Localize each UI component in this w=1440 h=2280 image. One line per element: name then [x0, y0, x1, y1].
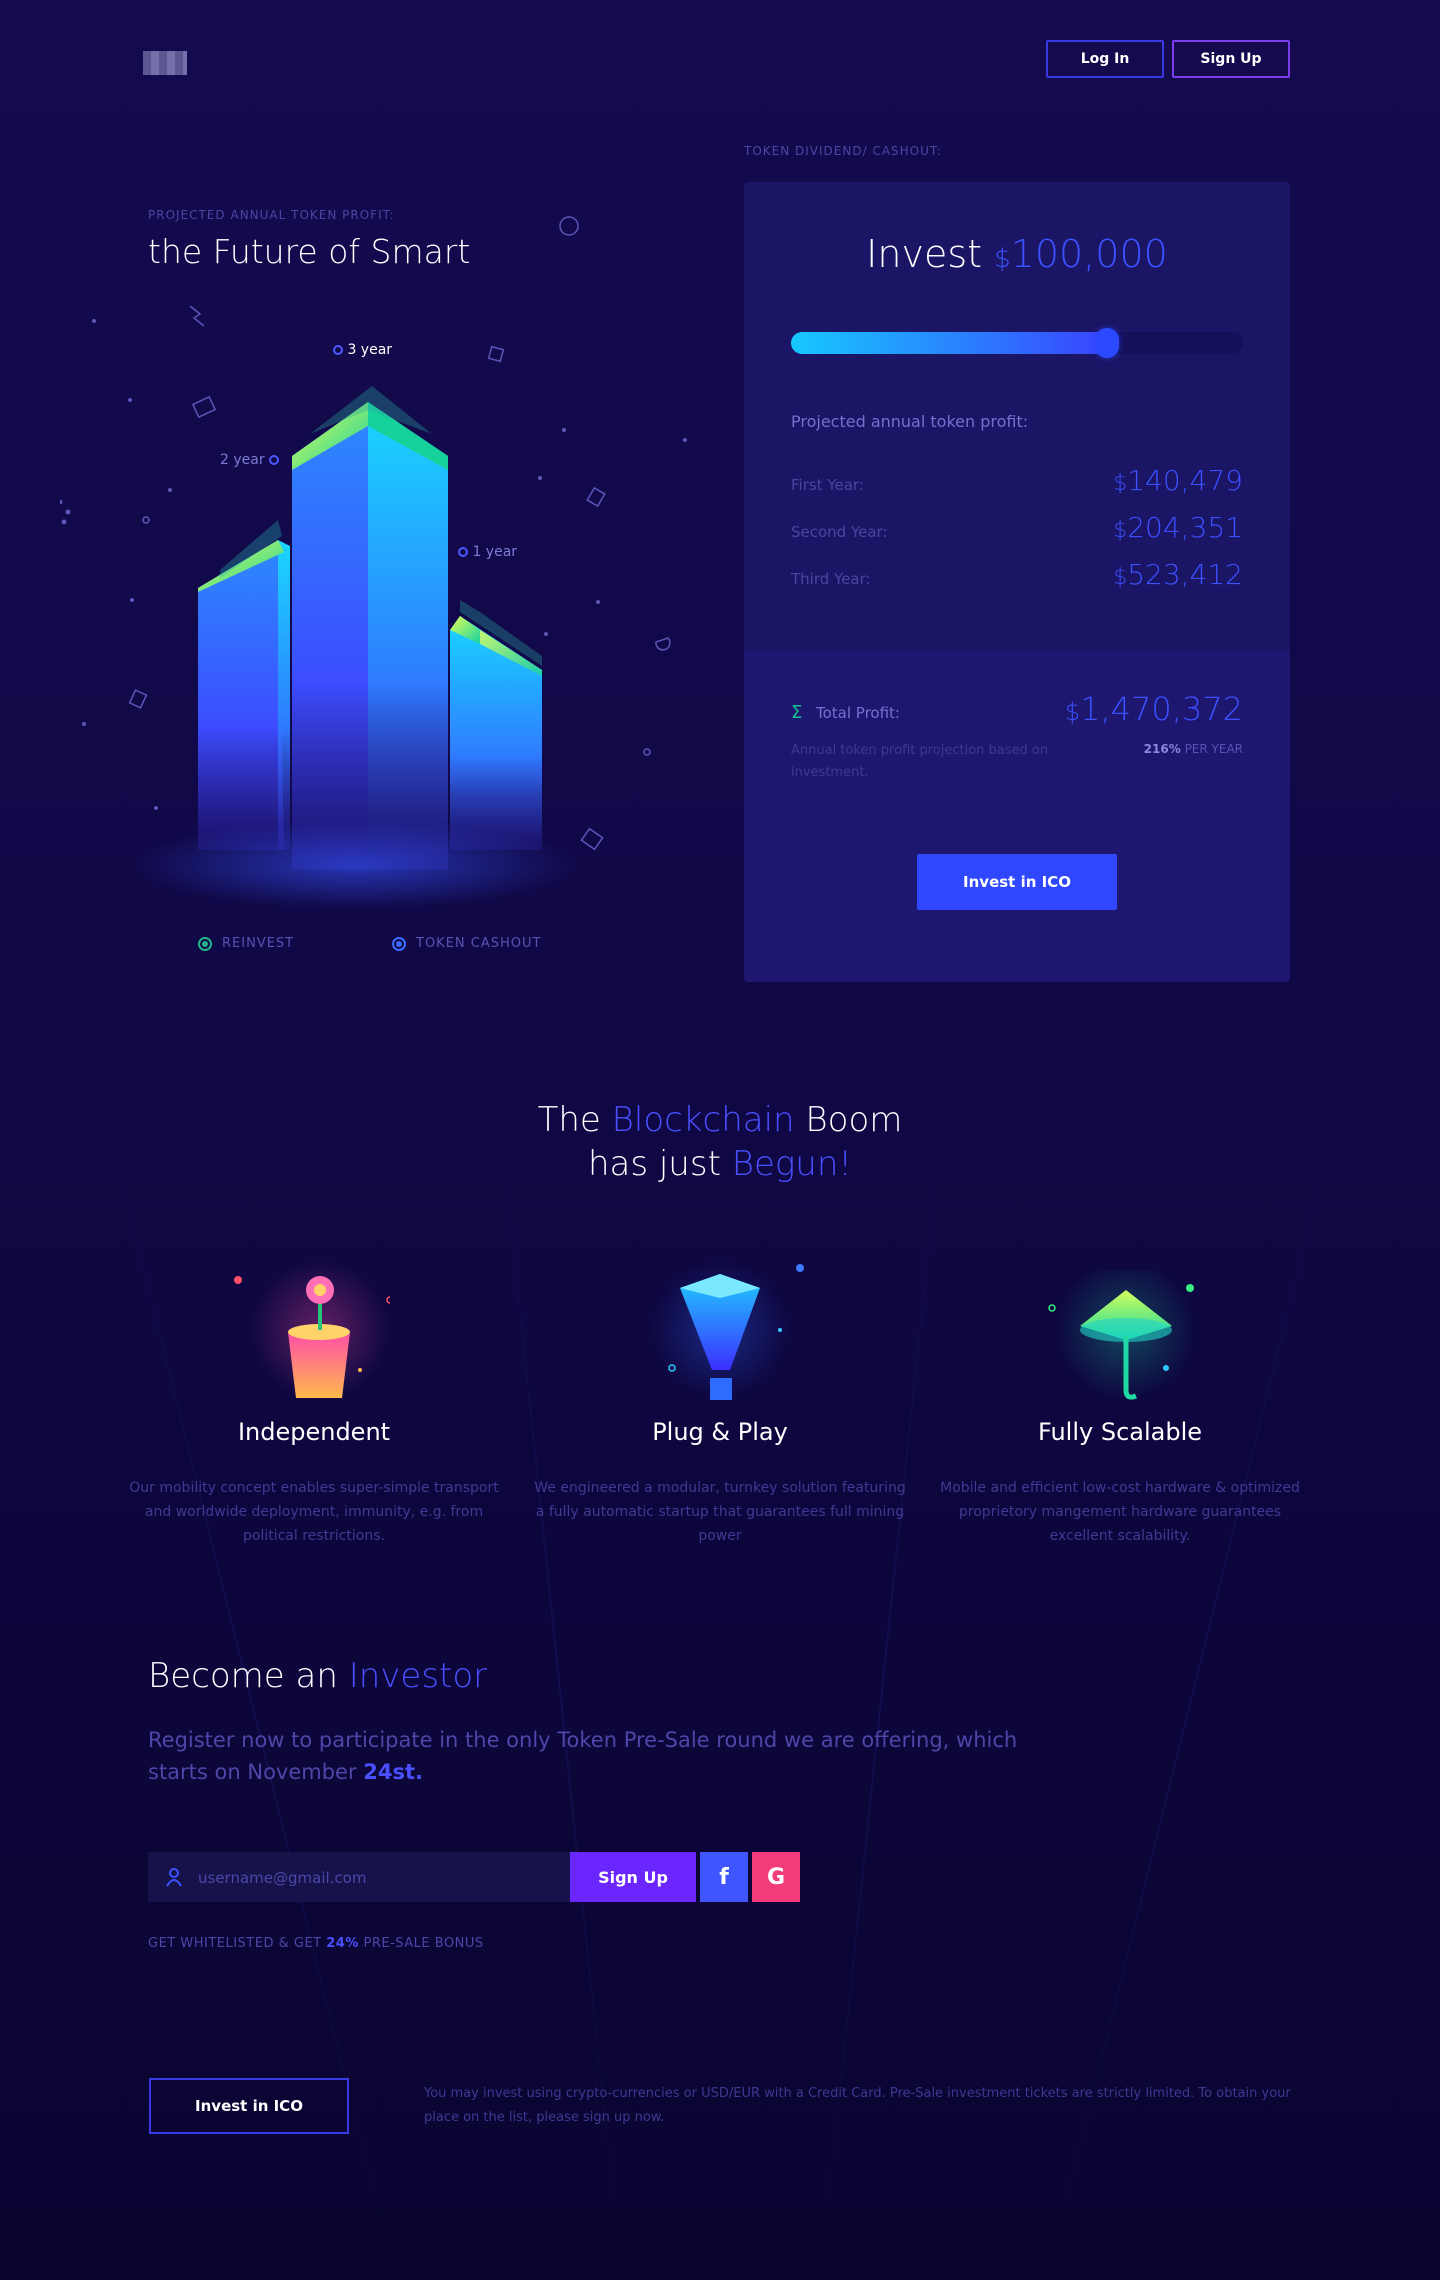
slider-fill: [791, 332, 1108, 354]
tower-dot-icon: [269, 455, 280, 465]
legend-token-cashout[interactable]: TOKEN CASHOUT: [392, 936, 541, 951]
radio-icon: [198, 936, 212, 951]
email-signup-button[interactable]: Sign Up: [570, 1852, 696, 1902]
projected-label: Projected annual token profit:: [791, 412, 1029, 431]
feature-plug-play: Plug & Play We engineered a modular, tur…: [530, 1418, 910, 1548]
total-note: Annual token profit projection based on …: [791, 743, 1049, 780]
feature-title: Independent: [237, 1418, 391, 1446]
third-year-value: $523,412: [1113, 558, 1243, 591]
flower-pot-icon: [234, 1260, 390, 1400]
total-panel: Σ Total Profit: $1,470,372 Annual token …: [744, 650, 1290, 982]
tower-2-year: [198, 520, 290, 850]
feature-desc: We engineered a modular, turnkey solutio…: [534, 1480, 906, 1544]
features-title: The Blockchain Boom has just Begun!: [537, 1100, 903, 1184]
email-input[interactable]: [196, 1852, 560, 1904]
feature-title: Plug & Play: [652, 1418, 788, 1446]
tower-1-year: [450, 600, 542, 850]
crystal-icon: [650, 1260, 804, 1400]
tower-dot-icon: [458, 547, 468, 557]
legend-reinvest[interactable]: REINVEST: [198, 936, 294, 951]
login-button[interactable]: Log In: [1046, 40, 1164, 78]
investor-title: Become an Investor: [148, 1656, 488, 1696]
first-year-value: $140,479: [1113, 464, 1243, 497]
mushroom-icon: [1048, 1270, 1196, 1400]
invest-amount: 100,000: [1010, 232, 1168, 276]
slider-thumb[interactable]: [1095, 328, 1120, 358]
invest-ico-button[interactable]: Invest in ICO: [917, 854, 1117, 910]
facebook-button[interactable]: f: [700, 1852, 748, 1902]
signup-button[interactable]: Sign Up: [1172, 40, 1290, 78]
feature-desc: Mobile and efficient low-cost hardware &…: [940, 1480, 1300, 1544]
total-label: Total Profit:: [816, 704, 900, 722]
investor-desc: Register now to participate in the only …: [148, 1728, 1018, 1784]
feature-desc: Our mobility concept enables super-simpl…: [129, 1480, 499, 1544]
second-year-value: $204,351: [1113, 511, 1243, 544]
first-year-label: First Year:: [791, 476, 864, 494]
logo[interactable]: [143, 51, 187, 75]
chart-glow: [130, 820, 580, 910]
feature-scalable: Fully Scalable Mobile and efficient low-…: [930, 1418, 1310, 1548]
google-button[interactable]: G: [752, 1852, 800, 1902]
feature-title: Fully Scalable: [1037, 1418, 1203, 1446]
total-value: $1,470,372: [1064, 690, 1243, 728]
tower-label-1-year: 1 year: [458, 544, 517, 560]
tower-label-2-year: 2 year: [220, 452, 280, 468]
email-field-container: [148, 1852, 570, 1904]
dividend-eyebrow: TOKEN DIVIDEND/ CASHOUT:: [744, 144, 942, 158]
whitelist-note: GET WHITELISTED & GET 24% PRE-SALE BONUS: [148, 1936, 484, 1951]
third-year-label: Third Year:: [791, 570, 871, 588]
feature-independent: Independent Our mobility concept enables…: [124, 1418, 504, 1548]
tower-dot-icon: [333, 345, 343, 355]
tower-label-3-year: 3 year: [333, 342, 392, 358]
investment-slider[interactable]: [791, 328, 1243, 358]
invest-card: Invest $100,000 Projected annual token p…: [744, 182, 1290, 982]
sigma-icon: Σ: [791, 702, 803, 723]
per-year-rate: 216% PER YEAR: [1143, 742, 1243, 756]
radio-icon: [392, 936, 406, 951]
profit-towers-chart: [198, 386, 542, 870]
footer-note: You may invest using crypto-currencies o…: [424, 2086, 1291, 2125]
second-year-label: Second Year:: [791, 523, 888, 541]
footer-invest-ico-button[interactable]: Invest in ICO: [149, 2078, 349, 2134]
user-icon: [166, 1868, 182, 1887]
tower-3-year: [292, 386, 448, 870]
invest-heading: Invest $100,000: [866, 232, 1168, 276]
